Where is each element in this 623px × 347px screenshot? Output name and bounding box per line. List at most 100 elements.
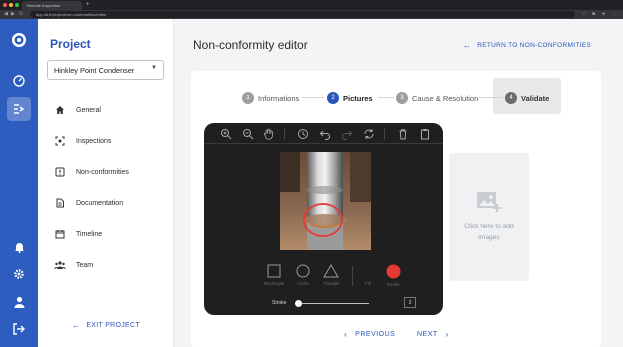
circle-tool[interactable]: Circle [288, 264, 318, 286]
icon-rail [0, 19, 38, 347]
step-number: 1 [242, 92, 254, 104]
nav-item-non-conformities[interactable]: Non-conformities [46, 162, 166, 182]
address-bar[interactable]: app.stt.fr/project/non-conformities/edit… [30, 11, 575, 18]
nav-item-inspections[interactable]: Inspections [46, 131, 166, 151]
step-number: 2 [327, 92, 339, 104]
step-informations[interactable]: 1 Informations [242, 91, 299, 105]
close-window-icon[interactable] [3, 3, 7, 7]
step-connector [479, 97, 503, 98]
forward-icon[interactable]: ▶ [11, 10, 15, 19]
step-validate[interactable]: 4 Validate [505, 91, 549, 105]
bell-icon[interactable] [7, 235, 31, 259]
nav-label: Inspections [76, 137, 112, 145]
nav-item-documentation[interactable]: Documentation [46, 193, 166, 213]
step-number: 4 [505, 92, 517, 104]
zoom-in-icon[interactable] [220, 128, 232, 140]
calendar-icon [50, 229, 70, 239]
step-label: Pictures [343, 93, 373, 103]
browser-toolbar: ◀ ▶ ↻ app.stt.fr/project/non-conformitie… [0, 10, 623, 19]
rectangle-tool[interactable]: Rectangle [259, 264, 289, 286]
tool-label: Triangle [322, 281, 340, 286]
previous-button[interactable]: ‹ PREVIOUS [344, 330, 395, 339]
nav-label: General [76, 106, 101, 114]
hand-icon[interactable] [263, 128, 275, 140]
tool-label: Circle [297, 281, 309, 286]
chevron-left-icon: ‹ [344, 330, 348, 339]
nav-item-timeline[interactable]: Timeline [46, 224, 166, 244]
redo-icon[interactable] [341, 128, 353, 140]
toolbar-divider [384, 128, 385, 140]
back-icon[interactable]: ◀ [4, 10, 8, 19]
return-label: RETURN TO NON-CONFORMITIES [477, 42, 591, 49]
browser-tab[interactable]: Remote Inspection [22, 1, 82, 10]
next-button[interactable]: NEXT › [417, 330, 449, 339]
add-images-dropzone[interactable]: Click here to add images [449, 153, 529, 281]
step-number: 3 [396, 92, 408, 104]
new-tab-button[interactable]: + [86, 1, 90, 9]
arrow-left-icon: ← [72, 321, 81, 330]
step-connector [302, 97, 324, 98]
logo-icon[interactable] [7, 28, 31, 52]
arrow-left-icon: ← [462, 41, 472, 50]
triangle-tool[interactable]: Triangle [316, 264, 346, 286]
inspection-icon [50, 136, 70, 146]
editor-toolbar [204, 123, 443, 144]
main-content: Non-conformity editor ← RETURN TO NON-CO… [174, 19, 623, 347]
extensions-icon[interactable]: ■ [592, 10, 595, 19]
image-editor: Rectangle Circle Triangle Fill Stroke St… [204, 123, 443, 315]
nav-label: Documentation [76, 199, 124, 207]
stroke-color-tool[interactable]: Stroke [378, 264, 408, 287]
tool-label: Stroke [386, 282, 400, 287]
project-select[interactable]: Hinkley Point Condenser ▼ [47, 60, 164, 80]
step-label: Informations [258, 93, 300, 103]
dashboard-icon[interactable] [7, 69, 31, 93]
nav-label: Team [76, 261, 94, 269]
project-title: Project [50, 37, 91, 51]
browser-menu-icon[interactable]: ⋮ [612, 10, 617, 19]
history-icon[interactable] [297, 128, 309, 140]
document-icon [50, 198, 70, 208]
next-label: NEXT [417, 331, 438, 338]
chevron-down-icon: ▼ [151, 65, 157, 71]
step-cause-resolution[interactable]: 3 Cause & Resolution [396, 91, 478, 105]
minimize-window-icon[interactable] [9, 3, 13, 7]
stroke-slider-track[interactable] [297, 303, 369, 304]
add-images-text: Click here to add images [464, 223, 514, 241]
maximize-window-icon[interactable] [15, 3, 19, 7]
step-pictures[interactable]: 2 Pictures [327, 91, 373, 105]
stroke-width-input[interactable]: 3 [404, 297, 416, 308]
inspection-photo[interactable] [280, 152, 371, 250]
toolbar-divider [284, 128, 285, 140]
undo-icon[interactable] [319, 128, 331, 140]
add-image-icon [477, 192, 501, 212]
zoom-out-icon[interactable] [242, 128, 254, 140]
chevron-right-icon: › [445, 330, 449, 339]
circle-icon [296, 264, 310, 278]
stroke-slider-handle[interactable] [295, 300, 302, 307]
nav-item-general[interactable]: General [46, 100, 166, 120]
fill-icon [361, 264, 375, 278]
shape-tools: Rectangle Circle Triangle Fill Stroke [204, 264, 443, 294]
project-panel: Project Hinkley Point Condenser ▼ Genera… [38, 19, 174, 347]
bookmark-icon[interactable]: ☆ [582, 10, 586, 19]
reset-icon[interactable] [363, 128, 375, 140]
gear-icon[interactable] [7, 262, 31, 286]
user-icon[interactable] [7, 290, 31, 314]
profile-icon[interactable]: ● [602, 10, 605, 19]
step-label: Cause & Resolution [412, 93, 479, 103]
delete-icon[interactable] [397, 128, 409, 140]
tool-label: Rectangle [263, 281, 285, 286]
clipboard-icon[interactable] [419, 128, 431, 140]
browser-tab-strip: Remote Inspection + [0, 0, 623, 10]
project-list-icon[interactable] [7, 97, 31, 121]
return-to-non-conformities-link[interactable]: ← RETURN TO NON-CONFORMITIES [463, 41, 591, 50]
step-label: Validate [521, 93, 550, 103]
nav-item-team[interactable]: Team [46, 255, 166, 275]
exit-project-label: EXIT PROJECT [86, 322, 140, 329]
previous-label: PREVIOUS [355, 331, 396, 338]
step-connector [378, 97, 394, 98]
page-title: Non-conformity editor [193, 38, 308, 52]
reload-icon[interactable]: ↻ [19, 10, 23, 19]
logout-icon[interactable] [7, 317, 31, 341]
exit-project-button[interactable]: ← EXIT PROJECT [72, 321, 140, 330]
